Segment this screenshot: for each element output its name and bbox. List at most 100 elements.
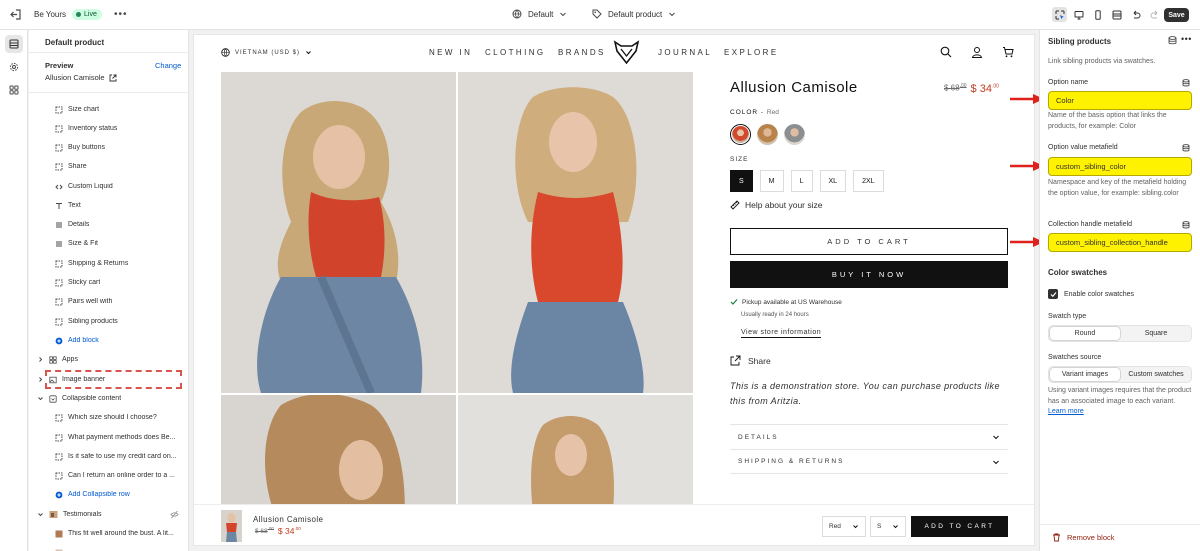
size-option[interactable]: L bbox=[790, 170, 813, 192]
dynamic-source-icon[interactable] bbox=[1182, 221, 1190, 229]
tree-block[interactable]: Details bbox=[55, 215, 185, 234]
product-photo-2[interactable] bbox=[458, 72, 693, 393]
nav-link[interactable]: JOURNAL bbox=[658, 48, 724, 57]
frame-icon bbox=[55, 472, 63, 480]
collapsible-row[interactable]: What payment methods does Be... bbox=[55, 428, 185, 447]
desktop-view-icon[interactable] bbox=[1071, 7, 1086, 22]
collapsible-row[interactable]: Is it safe to use my credit card on... bbox=[55, 447, 185, 466]
sticky-add-to-cart-button[interactable]: ADD TO CART bbox=[911, 516, 1008, 537]
apps-icon[interactable] bbox=[5, 81, 23, 99]
dynamic-source-icon[interactable] bbox=[1182, 144, 1190, 152]
theme-selector[interactable]: Default bbox=[512, 9, 567, 19]
tree-block-label: Sibling products bbox=[68, 318, 118, 325]
sale-price-value: $ 34 bbox=[970, 83, 992, 95]
nav-link[interactable]: BRANDS bbox=[558, 48, 658, 57]
store-name: Be Yours bbox=[34, 10, 67, 19]
remove-block-button[interactable]: Remove block bbox=[1052, 533, 1115, 542]
panel-more-button[interactable]: ••• bbox=[1181, 34, 1192, 44]
product-photo-1[interactable] bbox=[221, 72, 456, 393]
chevron-down-icon bbox=[37, 511, 44, 518]
swatch-type-square[interactable]: Square bbox=[1121, 326, 1191, 341]
size-option[interactable]: XL bbox=[819, 170, 847, 192]
collapsible-row[interactable]: Which size should I choose? bbox=[55, 408, 185, 427]
text-icon bbox=[55, 202, 63, 210]
inspector-icon[interactable] bbox=[1052, 7, 1067, 22]
share-button[interactable]: Share bbox=[730, 355, 771, 366]
add-block-button[interactable]: Add block bbox=[55, 331, 185, 350]
testimonial-row[interactable]: This fit well around the bust. A lit... bbox=[55, 524, 185, 543]
frame-icon bbox=[55, 106, 63, 114]
full-width-icon[interactable] bbox=[1109, 7, 1124, 22]
cart-icon[interactable] bbox=[1002, 46, 1014, 58]
swatch-source-custom[interactable]: Custom swatches bbox=[1121, 367, 1191, 382]
sticky-color-select[interactable]: Red bbox=[822, 516, 866, 537]
side-rail bbox=[0, 30, 28, 551]
apps-grid-icon bbox=[49, 355, 57, 364]
size-option[interactable]: M bbox=[759, 170, 784, 192]
undo-icon[interactable] bbox=[1128, 7, 1143, 22]
swatch-tan[interactable] bbox=[757, 124, 778, 145]
buy-it-now-button[interactable]: BUY IT NOW bbox=[730, 261, 1008, 288]
nav-link[interactable]: NEW IN bbox=[429, 48, 485, 57]
sticky-compare-cents: .00 bbox=[267, 526, 274, 531]
dynamic-source-icon[interactable] bbox=[1182, 79, 1190, 87]
swatch-grey[interactable] bbox=[784, 124, 805, 145]
tree-block-selected[interactable]: Sibling products bbox=[55, 312, 185, 331]
accordion-details[interactable]: DETAILS bbox=[730, 424, 1008, 449]
swatch-red[interactable] bbox=[730, 124, 751, 145]
template-selector[interactable]: Default product bbox=[592, 9, 676, 19]
section-testimonials[interactable]: Testimonials bbox=[37, 505, 185, 524]
locale-selector[interactable]: VIETNAM (USD $) bbox=[221, 48, 312, 57]
compare-price-value: $ 68 bbox=[944, 83, 960, 93]
add-to-cart-button[interactable]: ADD TO CART bbox=[730, 228, 1008, 255]
tree-block-label: Size & Fit bbox=[68, 240, 98, 247]
accordion-shipping[interactable]: SHIPPING & RETURNS bbox=[730, 449, 1008, 474]
size-option[interactable]: S bbox=[730, 170, 753, 192]
nav-link[interactable]: EXPLORE bbox=[724, 48, 784, 57]
account-icon[interactable] bbox=[971, 46, 983, 58]
size-option[interactable]: 2XL bbox=[853, 170, 884, 192]
section-collapsible[interactable]: Collapsible content bbox=[37, 389, 185, 408]
tree-block[interactable]: Text bbox=[55, 196, 185, 215]
tree-block[interactable]: Inventory status bbox=[55, 119, 185, 138]
tree-block[interactable]: Pairs well with bbox=[55, 292, 185, 311]
collection-handle-metafield-input[interactable]: custom_sibling_collection_handle bbox=[1048, 233, 1192, 252]
nav-link[interactable]: CLOTHING bbox=[485, 48, 558, 57]
enable-swatches-checkbox[interactable]: Enable color swatches bbox=[1048, 289, 1134, 299]
option-name-input[interactable]: Color bbox=[1048, 91, 1192, 110]
collapsible-row[interactable]: Can I return an online order to a ... bbox=[55, 466, 185, 485]
chevron-right-icon bbox=[37, 376, 44, 383]
sections-icon[interactable] bbox=[5, 35, 23, 53]
learn-more-link[interactable]: Learn more bbox=[1048, 408, 1084, 415]
plus-circle-icon bbox=[55, 337, 63, 345]
preview-product[interactable]: Allusion Camisole bbox=[45, 73, 117, 82]
tree-block[interactable]: Custom Liquid bbox=[55, 177, 185, 196]
tree-block[interactable]: Shipping & Returns bbox=[55, 254, 185, 273]
eye-hidden-icon[interactable] bbox=[170, 510, 179, 519]
view-store-link[interactable]: View store information bbox=[741, 329, 822, 338]
more-actions-button[interactable]: ••• bbox=[114, 9, 128, 20]
tree-block[interactable]: Buy buttons bbox=[55, 138, 185, 157]
change-preview-link[interactable]: Change bbox=[155, 61, 181, 70]
save-button[interactable]: Save bbox=[1164, 8, 1189, 22]
tree-block[interactable]: Size & Fit bbox=[55, 234, 185, 253]
database-icon[interactable] bbox=[1168, 36, 1177, 45]
chevron-down-icon bbox=[559, 10, 567, 18]
tree-block[interactable]: Size chart bbox=[55, 100, 185, 119]
exit-icon[interactable] bbox=[9, 8, 22, 21]
section-apps[interactable]: Apps bbox=[37, 350, 185, 369]
redo-icon[interactable] bbox=[1147, 7, 1162, 22]
size-help-link[interactable]: Help about your size bbox=[730, 200, 823, 210]
option-value-metafield-input[interactable]: custom_sibling_color bbox=[1048, 157, 1192, 176]
add-collapsible-row-button[interactable]: Add Collapsible row bbox=[55, 485, 185, 504]
share-label: Share bbox=[748, 355, 771, 366]
mobile-view-icon[interactable] bbox=[1090, 7, 1105, 22]
swatch-type-round[interactable]: Round bbox=[1049, 326, 1121, 341]
search-icon[interactable] bbox=[940, 46, 952, 58]
tree-block[interactable]: Sticky cart bbox=[55, 273, 185, 292]
sticky-size-select[interactable]: S bbox=[870, 516, 906, 537]
store-logo[interactable] bbox=[613, 40, 640, 70]
settings-gear-icon[interactable] bbox=[5, 58, 23, 76]
tree-block[interactable]: Share bbox=[55, 157, 185, 176]
swatch-source-variant-images[interactable]: Variant images bbox=[1049, 367, 1121, 382]
